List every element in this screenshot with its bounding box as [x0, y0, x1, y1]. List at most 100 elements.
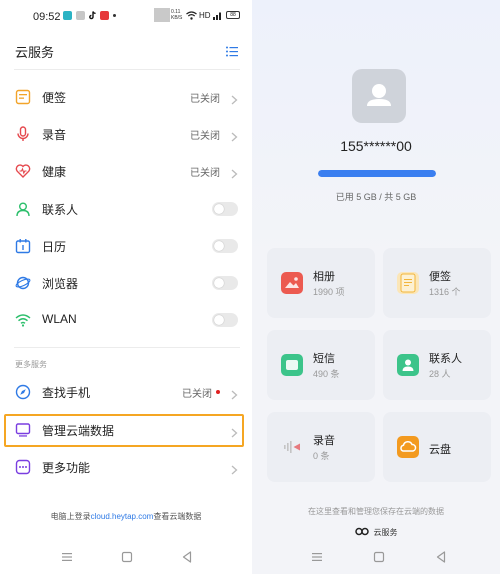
- chevron-right-icon: [231, 129, 238, 142]
- card-title: 便签: [429, 271, 451, 283]
- cloud-overview-pane: 155******00 已用 5 GB / 共 5 GB 相册 1990 项 便…: [252, 0, 500, 574]
- album-icon: [281, 272, 303, 294]
- brand-footer: 云服务: [252, 527, 500, 538]
- album-card[interactable]: 相册 1990 项: [267, 248, 375, 318]
- list-menu-icon[interactable]: [226, 44, 238, 57]
- avatar[interactable]: [352, 69, 406, 123]
- compass-icon: [15, 384, 31, 400]
- card-title: 云盘: [429, 444, 451, 456]
- account-id: 155******00: [340, 138, 412, 154]
- back-nav-button[interactable]: [432, 550, 450, 564]
- status-placeholder-icon: [154, 8, 170, 22]
- header-divider: [14, 69, 240, 70]
- browser-sync-toggle[interactable]: [212, 276, 238, 290]
- find-phone-status: 已关闭: [182, 389, 212, 400]
- settings-item-label: 日历: [42, 240, 67, 254]
- notes-icon: [15, 89, 31, 105]
- card-count: 0 条: [313, 451, 330, 461]
- alert-dot: [216, 390, 220, 394]
- hd-indicator: HD: [199, 11, 211, 20]
- contacts-card-icon: [397, 354, 419, 376]
- more-notifications-dot: [113, 14, 116, 17]
- calendar-sync-toggle[interactable]: [212, 239, 238, 253]
- more-features-item[interactable]: 更多功能: [0, 449, 252, 485]
- settings-item-wlan: WLAN: [0, 302, 252, 338]
- settings-item-label: 录音: [42, 128, 67, 142]
- card-count: 490 条: [313, 369, 340, 379]
- settings-item-label: WLAN: [42, 312, 77, 326]
- section-label-more-services: 更多服务: [15, 360, 47, 369]
- storage-progress-fill: [318, 170, 436, 177]
- notes-card[interactable]: 便签 1316 个: [383, 248, 491, 318]
- card-title: 录音: [313, 435, 335, 447]
- wifi-icon: [15, 312, 31, 328]
- chevron-right-icon: [231, 462, 238, 475]
- messages-icon: [281, 354, 303, 376]
- heart-icon: [15, 163, 31, 179]
- recordings-card[interactable]: 录音 0 条: [267, 412, 375, 482]
- menu-nav-button[interactable]: [308, 550, 326, 564]
- contacts-card[interactable]: 联系人 28 人: [383, 330, 491, 400]
- cloud-website-link[interactable]: cloud.heytap.com: [91, 512, 154, 521]
- section-divider: [14, 347, 240, 348]
- signal-icon: [213, 10, 223, 23]
- selection-highlight: [4, 414, 244, 447]
- contacts-icon: [15, 201, 31, 217]
- card-title: 相册: [313, 271, 335, 283]
- web-login-prefix: 电脑上登录: [50, 512, 91, 521]
- messages-card[interactable]: 短信 490 条: [267, 330, 375, 400]
- microphone-icon: [15, 126, 31, 142]
- cloud-data-hint: 在这里查看和管理您保存在云端的数据: [308, 507, 444, 516]
- chevron-right-icon: [231, 92, 238, 105]
- more-features-label: 更多功能: [42, 461, 91, 475]
- contacts-sync-toggle[interactable]: [212, 202, 238, 216]
- status-time: 09:52: [33, 11, 61, 23]
- more-dots-icon: [15, 459, 31, 475]
- storage-progress-bar: [318, 170, 436, 177]
- battery-icon: 88: [226, 11, 240, 19]
- app-notification-icon: [63, 11, 72, 20]
- browser-icon: [15, 275, 31, 291]
- settings-item-browser: 浏览器: [0, 265, 252, 301]
- red-app-icon: [100, 11, 109, 20]
- find-phone-label: 查找手机: [42, 386, 91, 400]
- storage-usage-text: 已用 5 GB / 共 5 GB: [335, 192, 417, 202]
- wifi-status-icon: [186, 11, 197, 23]
- settings-item-calendar: 日历: [0, 228, 252, 264]
- settings-item-label: 浏览器: [42, 277, 79, 291]
- settings-item-notes[interactable]: 便签 已关闭: [0, 79, 252, 115]
- chevron-right-icon: [231, 166, 238, 179]
- calendar-icon: [15, 238, 31, 254]
- notes-card-icon: [397, 272, 419, 294]
- settings-pane: 09:52 0.11 KB/S HD 88 云服务 便签 已关闭 录音 已关闭 …: [0, 0, 252, 574]
- cloud-drive-card[interactable]: 云盘: [383, 412, 491, 482]
- settings-item-status: 已关闭: [190, 94, 220, 105]
- settings-item-recorder[interactable]: 录音 已关闭: [0, 116, 252, 152]
- card-count: 28 人: [429, 369, 451, 379]
- find-phone-item[interactable]: 查找手机 已关闭: [0, 374, 252, 410]
- settings-item-label: 联系人: [42, 203, 79, 217]
- chevron-right-icon: [231, 387, 238, 400]
- settings-item-contacts: 联系人: [0, 191, 252, 227]
- settings-item-label: 健康: [42, 165, 67, 179]
- card-count: 1990 项: [313, 287, 345, 297]
- card-title: 短信: [313, 353, 335, 365]
- network-speed: 0.11 KB/S: [171, 9, 183, 21]
- gallery-notification-icon: [76, 11, 85, 20]
- page-title: 云服务: [15, 45, 55, 60]
- home-nav-button[interactable]: [118, 550, 136, 564]
- web-login-suffix: 查看云端数据: [153, 512, 202, 521]
- wlan-sync-toggle[interactable]: [212, 313, 238, 327]
- web-login-hint: 电脑上登录cloud.heytap.com查看云端数据: [0, 511, 252, 522]
- settings-item-status: 已关闭: [190, 168, 220, 179]
- home-nav-button[interactable]: [370, 550, 388, 564]
- audio-wave-icon: [281, 436, 303, 458]
- settings-item-label: 便签: [42, 91, 67, 105]
- menu-nav-button[interactable]: [58, 550, 76, 564]
- back-nav-button[interactable]: [178, 550, 196, 564]
- status-bar: 09:52 0.11 KB/S HD 88: [0, 0, 252, 32]
- settings-item-health[interactable]: 健康 已关闭: [0, 153, 252, 189]
- card-title: 联系人: [429, 353, 462, 365]
- card-count: 1316 个: [429, 287, 461, 297]
- tiktok-icon: [88, 11, 97, 20]
